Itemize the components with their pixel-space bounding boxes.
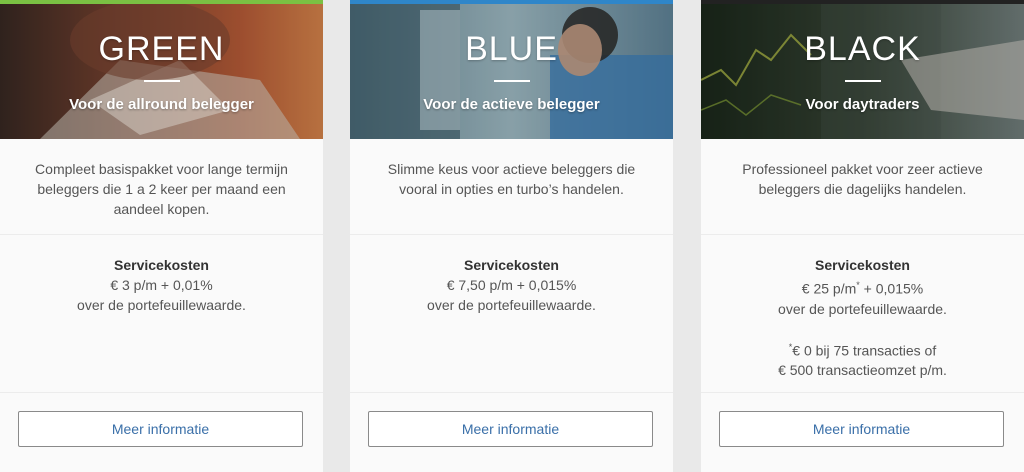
plan-hero-blue: BLUE Voor de actieve belegger: [350, 0, 673, 139]
hero-image-man-at-screen: [350, 0, 673, 139]
costs-basis: over de portefeuillewaarde.: [77, 297, 246, 313]
more-info-button[interactable]: Meer informatie: [368, 411, 653, 447]
divider: [0, 392, 323, 393]
hero-image-laptop: [0, 0, 323, 139]
plan-title: BLUE: [465, 30, 558, 68]
footnote-line-2: € 500 transactieomzet p/m.: [778, 362, 947, 379]
costs-value-suffix: + 0,015%: [859, 280, 924, 297]
plan-title: BLACK: [804, 30, 921, 68]
costs-value: € 3 p/m + 0,01%: [110, 277, 213, 293]
title-divider: [493, 80, 530, 82]
footnote-line-1: *€ 0 bij 75 transacties of: [701, 337, 1024, 361]
more-info-button[interactable]: Meer informatie: [719, 411, 1004, 447]
costs-value-prefix: € 25 p/m: [801, 280, 857, 297]
plan-subtitle: Voor de actieve belegger: [423, 96, 600, 113]
plan-card-black: BLACK Voor daytraders Professioneel pakk…: [701, 0, 1024, 472]
costs-basis: over de portefeuillewaarde.: [778, 300, 947, 317]
plan-card-green: GREEN Voor de allround belegger Compleet…: [0, 0, 323, 472]
plan-hero-black: BLACK Voor daytraders: [701, 0, 1024, 139]
plan-description: Slimme keus voor actieve beleggers die v…: [350, 139, 673, 235]
costs-value: € 7,50 p/m + 0,015%: [446, 277, 577, 293]
footnote-text-1: € 0 bij 75 transacties of: [792, 342, 937, 359]
plan-costs: Servicekosten € 3 p/m + 0,01% over de po…: [0, 235, 323, 315]
plan-accent-bar: [350, 0, 673, 4]
plan-card-blue: BLUE Voor de actieve belegger Slimme keu…: [350, 0, 673, 472]
plan-accent-bar: [0, 0, 323, 4]
plan-title: GREEN: [98, 30, 225, 68]
plan-subtitle: Voor de allround belegger: [69, 96, 254, 113]
plan-hero-green: GREEN Voor de allround belegger: [0, 0, 323, 139]
plan-description: Professioneel pakket voor zeer actieve b…: [701, 139, 1024, 235]
title-divider: [844, 80, 881, 82]
costs-value: € 25 p/m* + 0,015%: [701, 275, 1024, 299]
footnote: *€ 0 bij 75 transacties of € 500 transac…: [701, 337, 1024, 381]
costs-label: Servicekosten: [815, 257, 910, 273]
more-info-button[interactable]: Meer informatie: [18, 411, 303, 447]
hero-image-trading-screens: [701, 0, 1024, 139]
costs-label: Servicekosten: [114, 257, 209, 273]
divider: [701, 392, 1024, 393]
divider: [350, 392, 673, 393]
plan-subtitle: Voor daytraders: [805, 96, 920, 113]
costs-basis: over de portefeuillewaarde.: [427, 297, 596, 313]
plan-comparison: GREEN Voor de allround belegger Compleet…: [0, 0, 1024, 472]
title-divider: [143, 80, 180, 82]
plan-accent-bar: [701, 0, 1024, 4]
costs-label: Servicekosten: [464, 257, 559, 273]
plan-description: Compleet basispakket voor lange termijn …: [0, 139, 323, 235]
plan-costs: Servicekosten € 25 p/m* + 0,015% over de…: [701, 235, 1024, 380]
plan-costs: Servicekosten € 7,50 p/m + 0,015% over d…: [350, 235, 673, 315]
